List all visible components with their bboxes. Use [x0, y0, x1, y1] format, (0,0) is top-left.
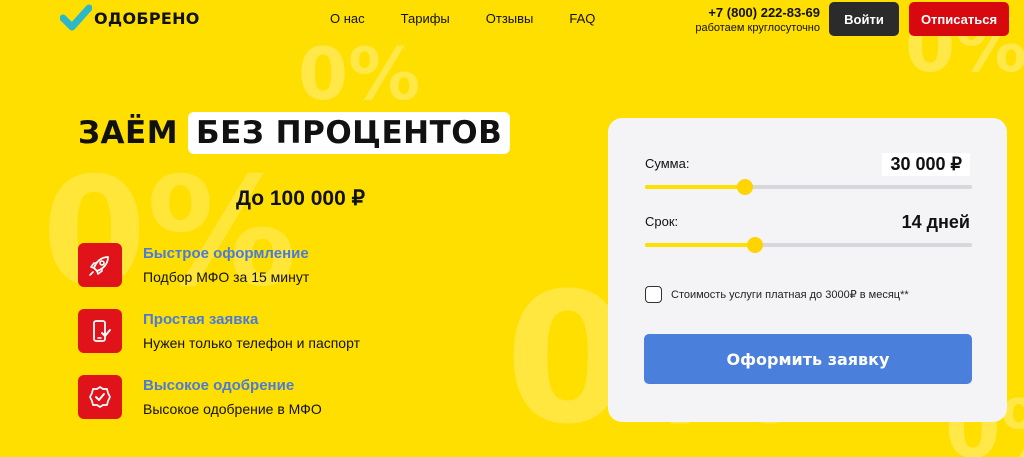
login-button[interactable]: Войти — [829, 2, 899, 36]
unsubscribe-button[interactable]: Отписаться — [909, 2, 1009, 36]
feature-text: Быстрое оформление Подбор МФО за 15 мину… — [143, 243, 309, 309]
feature-title: Быстрое оформление — [143, 245, 309, 262]
amount-label: Сумма: — [645, 156, 690, 171]
amount-slider[interactable] — [645, 179, 972, 195]
rocket-icon — [78, 243, 122, 287]
hero-subtitle: До 100 000 ₽ — [236, 187, 365, 210]
feature-desc: Нужен только телефон и паспорт — [143, 335, 360, 351]
term-value: 14 дней — [901, 212, 970, 232]
features-list: Быстрое оформление Подбор МФО за 15 мину… — [78, 243, 360, 441]
feature-desc: Подбор МФО за 15 минут — [143, 269, 310, 285]
feature-text: Простая заявка Нужен только телефон и па… — [143, 309, 360, 375]
loan-form: Сумма: 30 000 ₽ Срок: 14 дней Стоимость … — [608, 118, 1007, 422]
contact-block: +7 (800) 222-83-69 работаем круглосуточн… — [695, 5, 820, 34]
feature-title: Простая заявка — [143, 311, 259, 328]
term-slider-fill — [645, 243, 755, 247]
logo-text: ОДОБРЕНО — [94, 8, 200, 28]
consent-text: Стоимость услуги платная до 3000₽ в меся… — [671, 289, 909, 301]
nav-link-about[interactable]: О нас — [330, 11, 365, 26]
phone-check-icon — [78, 309, 122, 353]
nav-link-tariffs[interactable]: Тарифы — [401, 11, 450, 26]
nav-link-faq[interactable]: FAQ — [569, 11, 595, 26]
hero-title: ЗАЁМ БЕЗ ПРОЦЕНТОВ — [78, 112, 511, 154]
logo[interactable]: ОДОБРЕНО — [59, 4, 200, 32]
feature-item: Быстрое оформление Подбор МФО за 15 мину… — [78, 243, 360, 309]
feature-text: Высокое одобрение Высокое одобрение в МФ… — [143, 375, 322, 441]
bg-zero-percent: 0% — [298, 32, 421, 116]
feature-desc: Высокое одобрение в МФО — [143, 401, 322, 417]
approval-badge-icon — [78, 375, 122, 419]
feature-title: Высокое одобрение — [143, 377, 295, 394]
term-slider[interactable] — [645, 237, 972, 253]
working-hours: работаем круглосуточно — [695, 22, 820, 34]
amount-slider-thumb[interactable] — [736, 179, 753, 195]
phone-number[interactable]: +7 (800) 222-83-69 — [695, 5, 820, 20]
term-slider-thumb[interactable] — [746, 237, 763, 253]
checkmark-logo-icon — [59, 4, 93, 32]
site-header: ОДОБРЕНО О нас Тарифы Отзывы FAQ +7 (800… — [0, 0, 1024, 40]
nav-link-reviews[interactable]: Отзывы — [486, 11, 534, 26]
submit-application-button[interactable]: Оформить заявку — [644, 334, 972, 384]
main-nav: О нас Тарифы Отзывы FAQ — [330, 11, 631, 26]
amount-value: 30 000 ₽ — [882, 153, 970, 176]
amount-slider-fill — [645, 185, 745, 189]
feature-item: Простая заявка Нужен только телефон и па… — [78, 309, 360, 375]
term-label: Срок: — [645, 214, 679, 229]
consent-row: Стоимость услуги платная до 3000₽ в меся… — [645, 286, 909, 303]
feature-item: Высокое одобрение Высокое одобрение в МФ… — [78, 375, 360, 441]
hero-title-part1: ЗАЁМ — [78, 115, 179, 151]
hero-title-part2: БЕЗ ПРОЦЕНТОВ — [188, 112, 511, 154]
consent-checkbox[interactable] — [645, 286, 662, 303]
